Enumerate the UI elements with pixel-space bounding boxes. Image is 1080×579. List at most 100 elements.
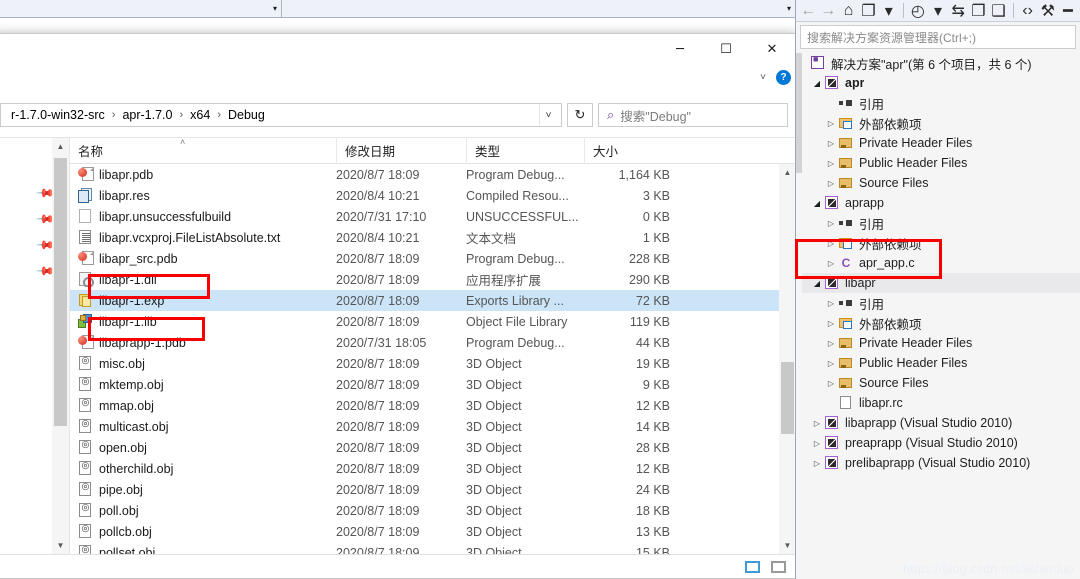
expand-arrow-closed-icon[interactable]: ▷ — [824, 119, 838, 128]
column-header-date[interactable]: 修改日期 — [336, 138, 466, 164]
chevron-down-icon[interactable]: ▾ — [880, 1, 898, 20]
table-row[interactable]: mktemp.obj2020/8/7 18:093D Object9 KB — [70, 374, 779, 395]
table-row[interactable]: multicast.obj2020/8/7 18:093D Object14 K… — [70, 416, 779, 437]
table-row[interactable]: open.obj2020/8/7 18:093D Object28 KB — [70, 437, 779, 458]
breadcrumb-item-3[interactable]: Debug — [224, 107, 269, 123]
table-row[interactable]: libapr-1.dll2020/8/7 18:09应用程序扩展290 KB — [70, 269, 779, 290]
tree-node[interactable]: ◢apr — [796, 73, 1080, 93]
table-row[interactable]: pollcb.obj2020/8/7 18:093D Object13 KB — [70, 521, 779, 542]
expand-arrow-closed-icon[interactable]: ▷ — [824, 139, 838, 148]
expand-arrow-closed-icon[interactable]: ▷ — [824, 339, 838, 348]
details-view-button[interactable] — [741, 558, 763, 576]
table-row[interactable]: otherchild.obj2020/8/7 18:093D Object12 … — [70, 458, 779, 479]
column-header-type[interactable]: 类型 — [466, 138, 584, 164]
tree-node[interactable]: ▷Public Header Files — [796, 353, 1080, 373]
editor-member-dropdown[interactable]: ▾ — [282, 0, 795, 17]
expand-arrow-closed-icon[interactable]: ▷ — [810, 459, 824, 468]
address-bar[interactable]: r-1.7.0-win32-src › apr-1.7.0 › x64 › De… — [0, 103, 562, 127]
explorer-title-bar[interactable]: ─ ☐ ✕ — [0, 34, 795, 80]
scrollbar-thumb[interactable] — [54, 158, 67, 426]
editor-type-dropdown[interactable]: ▾ — [0, 0, 282, 17]
close-button[interactable]: ✕ — [749, 34, 795, 65]
expand-arrow-closed-icon[interactable]: ▷ — [824, 299, 838, 308]
home-icon[interactable]: ⌂ — [839, 1, 857, 20]
refresh-button[interactable]: ↻ — [567, 103, 593, 127]
table-row[interactable]: poll.obj2020/8/7 18:093D Object18 KB — [70, 500, 779, 521]
expand-arrow-closed-icon[interactable]: ▷ — [824, 319, 838, 328]
table-row[interactable]: libapr.vcxproj.FileListAbsolute.txt2020/… — [70, 227, 779, 248]
expand-arrow-closed-icon[interactable]: ▷ — [824, 359, 838, 368]
forward-icon[interactable]: → — [819, 1, 837, 20]
scroll-up-icon[interactable]: ▲ — [779, 164, 796, 181]
large-icons-view-button[interactable] — [767, 558, 789, 576]
minimize-button[interactable]: ─ — [657, 34, 703, 65]
expand-arrow-open-icon[interactable]: ◢ — [810, 79, 824, 88]
tree-node[interactable]: 引用 — [796, 93, 1080, 113]
tree-node[interactable]: ▷Private Header Files — [796, 333, 1080, 353]
more-icon[interactable]: ━ — [1059, 1, 1077, 20]
tree-node[interactable]: ▷外部依赖项 — [796, 113, 1080, 133]
expand-arrow-open-icon[interactable]: ◢ — [810, 199, 824, 208]
table-row[interactable]: pipe.obj2020/8/7 18:093D Object24 KB — [70, 479, 779, 500]
tree-node-selected[interactable]: ◢libapr — [796, 273, 1080, 293]
tree-node[interactable]: ▷外部依赖项 — [796, 233, 1080, 253]
properties-icon[interactable]: ⚒ — [1039, 1, 1057, 20]
tree-node[interactable]: ◢aprapp — [796, 193, 1080, 213]
solution-tree-scrollbar[interactable] — [796, 53, 802, 579]
expand-arrow-closed-icon[interactable]: ▷ — [824, 239, 838, 248]
table-row[interactable]: libapr.unsuccessfulbuild2020/7/31 17:10U… — [70, 206, 779, 227]
breadcrumb-item-2[interactable]: x64 — [186, 107, 214, 123]
solution-explorer-search-input[interactable]: 搜索解决方案资源管理器(Ctrl+;) — [800, 25, 1076, 49]
tree-node[interactable]: ▷Public Header Files — [796, 153, 1080, 173]
table-row[interactable]: libapr.res2020/8/4 10:21Compiled Resou..… — [70, 185, 779, 206]
chevron-down-icon-2[interactable]: ▾ — [929, 1, 947, 20]
tree-node[interactable]: ▷Source Files — [796, 373, 1080, 393]
expand-arrow-closed-icon[interactable]: ▷ — [824, 379, 838, 388]
table-row[interactable]: libaprapp-1.pdb2020/7/31 18:05Program De… — [70, 332, 779, 353]
breadcrumb-item-0[interactable]: r-1.7.0-win32-src — [7, 107, 109, 123]
tree-node[interactable]: ▷prelibaprapp (Visual Studio 2010) — [796, 453, 1080, 473]
tree-node[interactable]: ▷preaprapp (Visual Studio 2010) — [796, 433, 1080, 453]
scroll-up-icon[interactable]: ▲ — [52, 138, 69, 155]
sync-with-active-document-icon[interactable]: ❐ — [860, 1, 878, 20]
expand-arrow-closed-icon[interactable]: ▷ — [824, 179, 838, 188]
table-row[interactable]: libapr-1.lib2020/8/7 18:09Object File Li… — [70, 311, 779, 332]
table-row[interactable]: misc.obj2020/8/7 18:093D Object19 KB — [70, 353, 779, 374]
refresh-icon[interactable]: ⇆ — [949, 1, 967, 20]
scroll-down-icon[interactable]: ▼ — [779, 537, 796, 554]
navigation-pane-scrollbar[interactable]: ▲ ▼ — [52, 138, 69, 554]
scrollbar-thumb[interactable] — [781, 362, 794, 434]
pending-changes-icon[interactable]: ◴ — [909, 1, 927, 20]
tree-node[interactable]: ▷外部依赖项 — [796, 313, 1080, 333]
tree-node[interactable]: ▷引用 — [796, 293, 1080, 313]
address-dropdown-icon[interactable]: ˅ — [539, 104, 557, 126]
column-header-name[interactable]: 名称 — [70, 138, 336, 164]
expand-arrow-closed-icon[interactable]: ▷ — [824, 219, 838, 228]
table-row[interactable]: pollset.obj2020/8/7 18:093D Object15 KB — [70, 542, 779, 554]
tree-node[interactable]: libapr.rc — [796, 393, 1080, 413]
tree-node[interactable]: ▷Source Files — [796, 173, 1080, 193]
tree-node[interactable]: ▷Capr_app.c — [796, 253, 1080, 273]
table-row[interactable]: libapr.pdb2020/8/7 18:09Program Debug...… — [70, 164, 779, 185]
expand-arrow-open-icon[interactable]: ◢ — [810, 279, 824, 288]
tree-node[interactable]: 解决方案"apr"(第 6 个项目，共 6 个) — [796, 53, 1080, 73]
tree-node[interactable]: ▷libaprapp (Visual Studio 2010) — [796, 413, 1080, 433]
column-header-size[interactable]: 大小 — [584, 138, 682, 164]
collapse-all-icon[interactable]: ❐ — [969, 1, 987, 20]
expand-arrow-closed-icon[interactable]: ▷ — [810, 419, 824, 428]
show-all-files-icon[interactable]: ❑ — [989, 1, 1007, 20]
navigation-pane[interactable]: 📌 📌 📌 📌 ▲ ▼ — [0, 138, 70, 554]
help-icon[interactable]: ? — [776, 70, 791, 85]
expand-arrow-closed-icon[interactable]: ▷ — [824, 159, 838, 168]
file-list-scrollbar[interactable]: ▲ ▼ — [779, 164, 796, 554]
tree-node[interactable]: ▷Private Header Files — [796, 133, 1080, 153]
scrollbar-thumb[interactable] — [796, 53, 802, 173]
search-box[interactable]: ⌕ 搜索"Debug" — [598, 103, 788, 127]
back-icon[interactable]: ← — [799, 1, 817, 20]
breadcrumb-item-1[interactable]: apr-1.7.0 — [118, 107, 176, 123]
table-row[interactable]: mmap.obj2020/8/7 18:093D Object12 KB — [70, 395, 779, 416]
view-code-icon[interactable]: ‹› — [1019, 1, 1037, 20]
table-row[interactable]: libapr_src.pdb2020/8/7 18:09Program Debu… — [70, 248, 779, 269]
table-row[interactable]: libapr-1.exp2020/8/7 18:09Exports Librar… — [70, 290, 779, 311]
tree-node[interactable]: ▷引用 — [796, 213, 1080, 233]
